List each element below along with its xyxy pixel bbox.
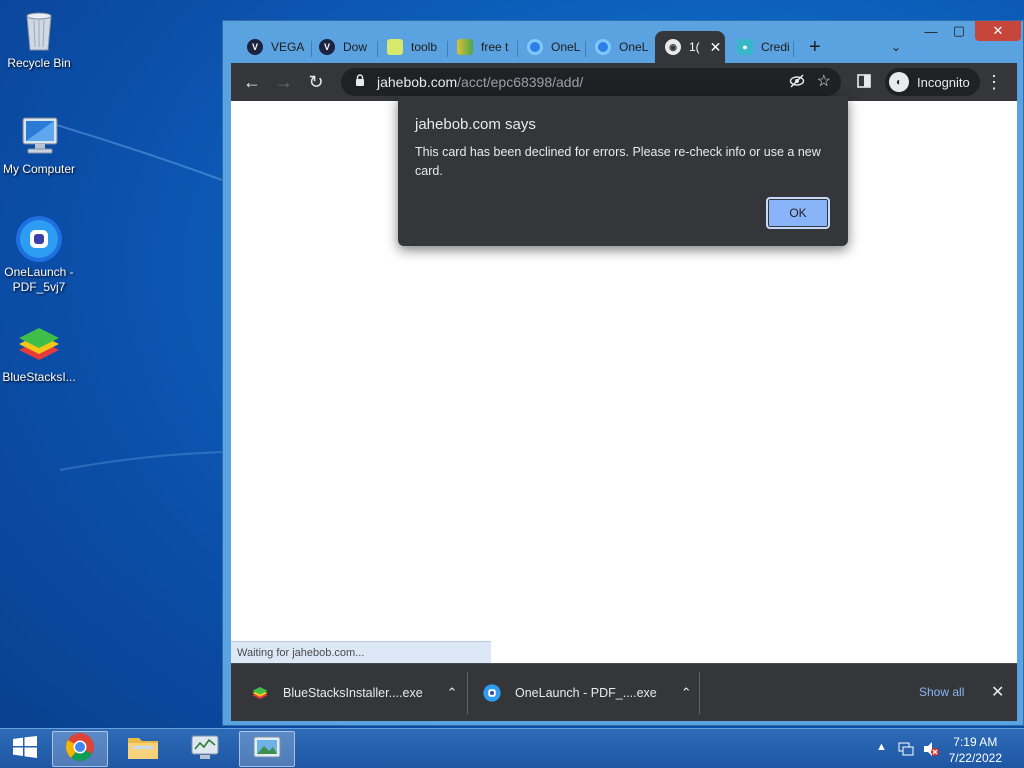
chevron-down-icon: ⌄ bbox=[891, 40, 902, 54]
tab-search-button[interactable]: ⌄ bbox=[885, 31, 913, 63]
onelaunch-icon bbox=[483, 684, 501, 702]
download-item-onelaunch[interactable]: OneLaunch - PDF_....exe ⌃ bbox=[483, 664, 692, 722]
close-tab-icon[interactable]: ✕ bbox=[710, 39, 722, 56]
leaf-icon bbox=[387, 39, 403, 55]
ok-button[interactable]: OK bbox=[766, 197, 830, 229]
tab-credit[interactable]: ● Credi bbox=[727, 31, 791, 63]
menu-button[interactable]: ⋮ bbox=[983, 71, 1005, 93]
monitor-graph-icon bbox=[190, 733, 220, 766]
leaf-icon bbox=[457, 39, 473, 55]
minimize-icon: — bbox=[924, 23, 938, 39]
incognito-icon: ◐ bbox=[889, 72, 909, 92]
url-text: jahebob.com/acct/epc68398/add/ bbox=[377, 74, 583, 90]
download-filename: BlueStacksInstaller....exe bbox=[283, 686, 423, 700]
address-bar[interactable]: jahebob.com/acct/epc68398/add/ ☆ bbox=[341, 68, 841, 96]
maximize-button[interactable]: ▢ bbox=[945, 21, 973, 41]
back-button[interactable]: ← bbox=[241, 71, 263, 93]
forward-button[interactable]: → bbox=[273, 71, 295, 93]
chrome-icon bbox=[65, 732, 95, 767]
side-panel-button[interactable] bbox=[853, 71, 875, 93]
alert-dialog: jahebob.com says This card has been decl… bbox=[398, 96, 848, 246]
volume-muted-icon[interactable] bbox=[922, 741, 940, 760]
taskbar-file-explorer[interactable] bbox=[115, 731, 171, 767]
taskbar-photo-viewer[interactable] bbox=[239, 731, 295, 767]
download-item-bluestacks[interactable]: BlueStacksInstaller....exe ⌃ bbox=[251, 664, 458, 722]
v-logo-icon: V bbox=[319, 39, 335, 55]
picture-icon bbox=[252, 734, 282, 765]
more-vertical-icon: ⋮ bbox=[985, 71, 1003, 92]
url-domain: jahebob.com bbox=[377, 74, 458, 90]
globe-icon: ◉ bbox=[665, 39, 681, 55]
status-bar: Waiting for jahebob.com... bbox=[231, 641, 491, 663]
plus-icon: + bbox=[809, 35, 821, 58]
eye-slash-icon[interactable] bbox=[789, 73, 805, 92]
recycle-bin-icon bbox=[15, 6, 63, 54]
tab-free[interactable]: free t bbox=[447, 31, 513, 63]
tab-active[interactable]: ◉ 1( ✕ bbox=[655, 31, 725, 63]
url-path: /acct/epc68398/add/ bbox=[457, 74, 584, 90]
bluestacks-icon bbox=[15, 320, 63, 368]
dialog-message: This card has been declined for errors. … bbox=[415, 145, 821, 178]
arrow-right-icon: → bbox=[275, 71, 293, 92]
chevron-up-icon[interactable]: ⌃ bbox=[681, 685, 692, 701]
desktop-icon-onelaunch[interactable]: OneLaunch - PDF_5vj7 bbox=[0, 215, 78, 295]
tab-toolbar[interactable]: toolb bbox=[377, 31, 443, 63]
desktop-icon-label: Recycle Bin bbox=[7, 56, 71, 70]
folder-icon bbox=[127, 733, 159, 766]
new-tab-button[interactable]: + bbox=[805, 31, 833, 63]
maximize-icon: ▢ bbox=[952, 23, 966, 38]
clock-date: 7/22/2022 bbox=[948, 751, 1002, 765]
v-logo-icon: V bbox=[247, 39, 263, 55]
taskbar: ▲ 7:19 AM 7/22/2022 bbox=[0, 728, 1024, 768]
taskbar-chrome[interactable] bbox=[52, 731, 108, 767]
reload-button[interactable]: ↻ bbox=[305, 71, 327, 93]
show-hidden-icons-icon[interactable]: ▲ bbox=[876, 741, 887, 753]
reload-icon: ↻ bbox=[308, 71, 324, 92]
dialog-title: jahebob.com says bbox=[415, 116, 536, 133]
onelaunch-icon bbox=[527, 39, 543, 55]
side-panel-icon bbox=[857, 72, 871, 93]
onelaunch-icon bbox=[15, 215, 63, 263]
close-window-button[interactable]: ✕ bbox=[975, 21, 1021, 41]
tab-onelaunch-1[interactable]: OneL bbox=[517, 31, 581, 63]
download-filename: OneLaunch - PDF_....exe bbox=[515, 686, 657, 700]
computer-icon bbox=[15, 112, 63, 160]
desktop-icon-label: My Computer bbox=[2, 162, 76, 176]
windows-logo-icon bbox=[12, 735, 38, 763]
close-icon: ✕ bbox=[992, 23, 1004, 38]
show-all-link[interactable]: Show all bbox=[919, 685, 964, 699]
clock[interactable]: 7:19 AM 7/22/2022 bbox=[949, 734, 1002, 766]
desktop-icon-my-computer[interactable]: My Computer bbox=[0, 112, 78, 177]
bluestacks-icon bbox=[251, 684, 269, 702]
desktop-icon-label: BlueStacksI... bbox=[2, 370, 76, 384]
tab-download[interactable]: V Dow bbox=[309, 31, 373, 63]
downloads-bar: BlueStacksInstaller....exe ⌃ OneLaunch -… bbox=[231, 663, 1017, 721]
incognito-indicator[interactable]: ◐ Incognito bbox=[885, 68, 980, 96]
desktop-icon-label: OneLaunch - PDF_5vj7 bbox=[4, 265, 74, 294]
taskbar-task-manager[interactable] bbox=[177, 731, 233, 767]
onelaunch-icon bbox=[595, 39, 611, 55]
tab-onelaunch-2[interactable]: OneL bbox=[585, 31, 649, 63]
arrow-left-icon: ← bbox=[243, 71, 261, 92]
minimize-button[interactable]: — bbox=[917, 21, 945, 41]
close-downloads-icon[interactable]: ✕ bbox=[991, 682, 1004, 702]
chevron-up-icon[interactable]: ⌃ bbox=[447, 685, 458, 701]
lock-icon bbox=[355, 73, 365, 91]
person-icon: ● bbox=[737, 39, 753, 55]
clock-time: 7:19 AM bbox=[953, 735, 998, 749]
desktop-icon-bluestacks[interactable]: BlueStacksI... bbox=[0, 320, 78, 385]
start-button[interactable] bbox=[0, 731, 50, 767]
network-icon[interactable] bbox=[898, 741, 914, 760]
star-icon[interactable]: ☆ bbox=[817, 71, 831, 91]
tab-strip: V VEGA V Dow toolb free t OneL OneL ◉ 1(… bbox=[231, 27, 1023, 65]
tab-vega[interactable]: V VEGA bbox=[237, 31, 309, 63]
desktop-icon-recycle-bin[interactable]: Recycle Bin bbox=[0, 6, 78, 71]
